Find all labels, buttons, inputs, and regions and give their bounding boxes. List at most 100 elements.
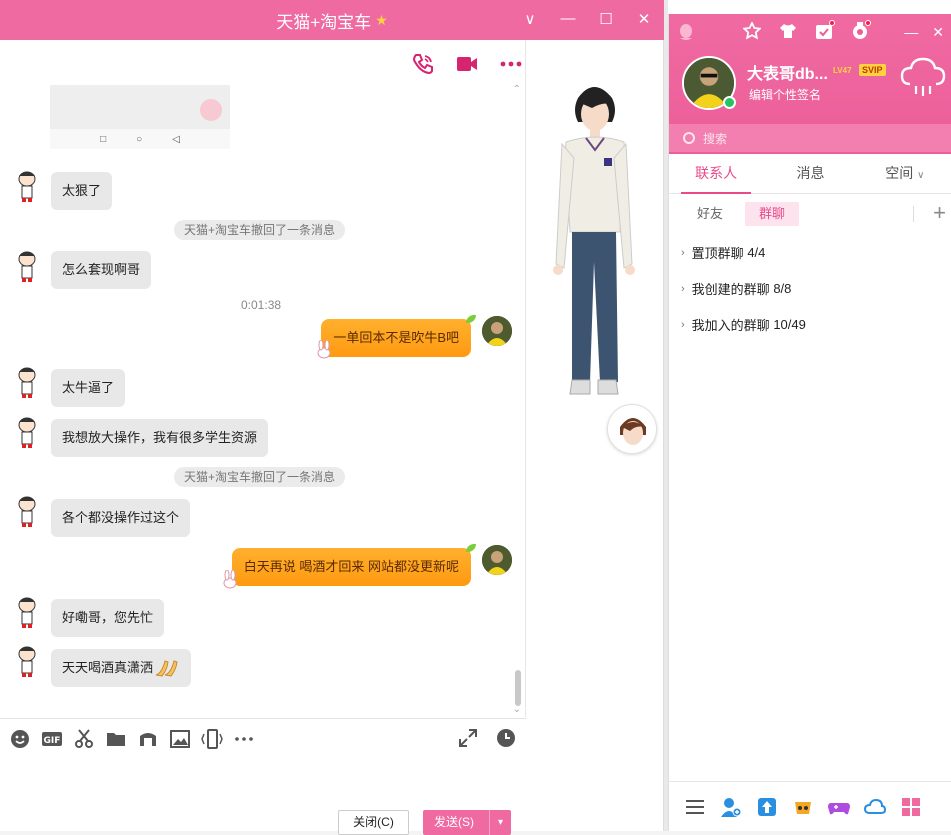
- add-friend-icon[interactable]: [720, 796, 742, 818]
- group-category-label: 我创建的群聊: [691, 282, 770, 297]
- send-button-label: 发送(S): [434, 815, 474, 829]
- dropdown-icon[interactable]: ∨: [522, 10, 538, 28]
- group-category-created[interactable]: › 我创建的群聊 8/8: [681, 279, 791, 298]
- chat-title: 天猫+淘宝车: [276, 12, 372, 32]
- tab-messages[interactable]: 消息: [763, 154, 857, 193]
- shake-icon[interactable]: [201, 728, 223, 750]
- upload-icon[interactable]: [756, 796, 778, 818]
- medal-badge[interactable]: [851, 20, 871, 40]
- scroll-up-icon[interactable]: ⌃: [513, 84, 521, 95]
- folder-icon[interactable]: [105, 728, 127, 750]
- leaf-decoration: [466, 544, 476, 552]
- music-icon[interactable]: [137, 728, 159, 750]
- send-button[interactable]: 发送(S) ▾: [423, 810, 511, 835]
- shirt-icon[interactable]: [779, 22, 797, 40]
- message-bubble[interactable]: 太狠了: [51, 172, 113, 210]
- add-icon[interactable]: +: [933, 200, 946, 226]
- chevron-right-icon: ›: [681, 282, 685, 295]
- divider: [913, 206, 914, 222]
- more-tools-icon[interactable]: [233, 728, 255, 750]
- bunny-decoration: [223, 570, 237, 589]
- tab-qzone[interactable]: 空间 ∨: [858, 154, 951, 193]
- online-status-icon[interactable]: [723, 96, 736, 109]
- menu-icon[interactable]: [684, 796, 706, 818]
- contact-avatar[interactable]: [14, 416, 40, 448]
- signature-field[interactable]: 编辑个性签名: [749, 86, 821, 103]
- background-strip: [668, 0, 951, 14]
- history-icon[interactable]: [496, 728, 516, 748]
- contact-avatar[interactable]: [14, 170, 40, 202]
- chevron-right-icon: ›: [681, 246, 685, 259]
- message-bubble[interactable]: 我想放大操作，我有很多学生资源: [51, 419, 269, 457]
- vip-badge[interactable]: SVIP: [859, 64, 886, 76]
- send-options-chevron-icon[interactable]: ▾: [489, 810, 511, 835]
- bottom-toolbar: [669, 781, 951, 831]
- recall-notice: 天猫+淘宝车撤回了一条消息: [174, 467, 346, 487]
- sticker-image: [200, 99, 222, 121]
- scissors-icon[interactable]: [73, 728, 95, 750]
- contact-avatar[interactable]: [14, 645, 40, 677]
- subtab-groups[interactable]: 群聊: [745, 202, 800, 226]
- group-category-pinned[interactable]: › 置顶群聊 4/4: [681, 243, 765, 262]
- show-avatar-button[interactable]: [607, 404, 657, 454]
- chat-title-bar: 天猫+淘宝车 ★ ∨ — ☐ ✕: [0, 0, 664, 40]
- avatar-head-icon: [620, 418, 646, 445]
- tab-qzone-label: 空间: [885, 165, 914, 181]
- image-icon[interactable]: [169, 728, 191, 750]
- my-avatar[interactable]: [482, 545, 512, 575]
- game-icon[interactable]: [828, 796, 850, 818]
- emoji-icon[interactable]: [9, 728, 31, 750]
- contact-subtabs: 好友 群聊 +: [669, 200, 951, 228]
- contact-avatar[interactable]: [14, 366, 40, 398]
- minimize-button[interactable]: —: [904, 24, 918, 41]
- weather-cloud-icon[interactable]: [898, 56, 948, 100]
- close-button[interactable]: ✕: [932, 24, 944, 41]
- message-bubble-out[interactable]: 一单回本不是吹牛B吧: [321, 319, 471, 357]
- close-button[interactable]: ✕: [636, 10, 652, 28]
- message-bubble[interactable]: 各个都没操作过这个: [51, 499, 191, 537]
- group-category-label: 我加入的群聊: [691, 318, 770, 333]
- message-bubble-out[interactable]: 白天再说 喝酒才回来 网站都没更新呢: [231, 548, 471, 586]
- qq-main-panel: — ✕ 大表哥db... LV47 SVIP 编辑个性签名 搜索 联系人 消息 …: [668, 14, 951, 831]
- message-bubble[interactable]: 太牛逼了: [51, 369, 126, 407]
- message-bubble[interactable]: 怎么套现啊哥: [51, 251, 152, 289]
- group-category-count: 10/49: [773, 317, 806, 332]
- chevron-down-icon: ∨: [917, 170, 925, 181]
- maximize-button[interactable]: ☐: [598, 10, 614, 28]
- phone-nav-bar: □ ○ ◁: [50, 129, 230, 149]
- minimize-button[interactable]: —: [560, 10, 576, 28]
- svg-text:GIF: GIF: [44, 736, 61, 746]
- scroll-down-icon[interactable]: ⌄: [513, 704, 521, 715]
- message-input[interactable]: [0, 758, 526, 808]
- toast-emoji-icon: [155, 660, 178, 677]
- contact-avatar[interactable]: [14, 495, 40, 527]
- profile-name[interactable]: 大表哥db...: [747, 60, 828, 84]
- weiyun-icon[interactable]: [864, 796, 886, 818]
- expand-icon[interactable]: [458, 728, 478, 748]
- my-avatar[interactable]: [482, 316, 512, 346]
- app-store-icon[interactable]: [792, 796, 814, 818]
- bunny-decoration: [317, 340, 331, 359]
- group-category-count: 4/4: [747, 245, 766, 260]
- message-list[interactable]: ⌃ ⌄ □ ○ ◁ 太狠了 天猫+淘宝车撤回了一条消息 怎么套现啊哥 0:01:38…: [0, 40, 526, 717]
- tab-contacts[interactable]: 联系人: [669, 154, 763, 194]
- calendar-badge[interactable]: [815, 20, 835, 40]
- scrollbar[interactable]: [515, 670, 521, 706]
- image-message[interactable]: □ ○ ◁: [50, 85, 230, 149]
- app-manager-icon[interactable]: [900, 796, 922, 818]
- gif-icon[interactable]: GIF: [41, 728, 63, 750]
- level-badge[interactable]: LV47: [833, 66, 852, 75]
- show-panel: [526, 40, 663, 831]
- contact-avatar[interactable]: [14, 596, 40, 628]
- chat-window: 天猫+淘宝车 ★ ∨ — ☐ ✕ ⌃ ⌄ □ ○ ◁ 太狠了 天猫+淘宝车撤回了…: [0, 0, 664, 835]
- close-chat-button[interactable]: 关闭(C): [338, 810, 409, 835]
- star-icon: ★: [375, 11, 388, 28]
- group-category-joined[interactable]: › 我加入的群聊 10/49: [681, 315, 806, 334]
- avatar-figure[interactable]: [548, 80, 640, 420]
- search-bar[interactable]: 搜索: [669, 124, 951, 152]
- main-tabs: 联系人 消息 空间 ∨: [669, 154, 951, 194]
- message-bubble[interactable]: 好嘞哥，您先忙: [51, 599, 165, 637]
- star-favorite-icon[interactable]: [743, 22, 761, 40]
- contact-avatar[interactable]: [14, 250, 40, 282]
- subtab-friends[interactable]: 好友: [683, 202, 737, 226]
